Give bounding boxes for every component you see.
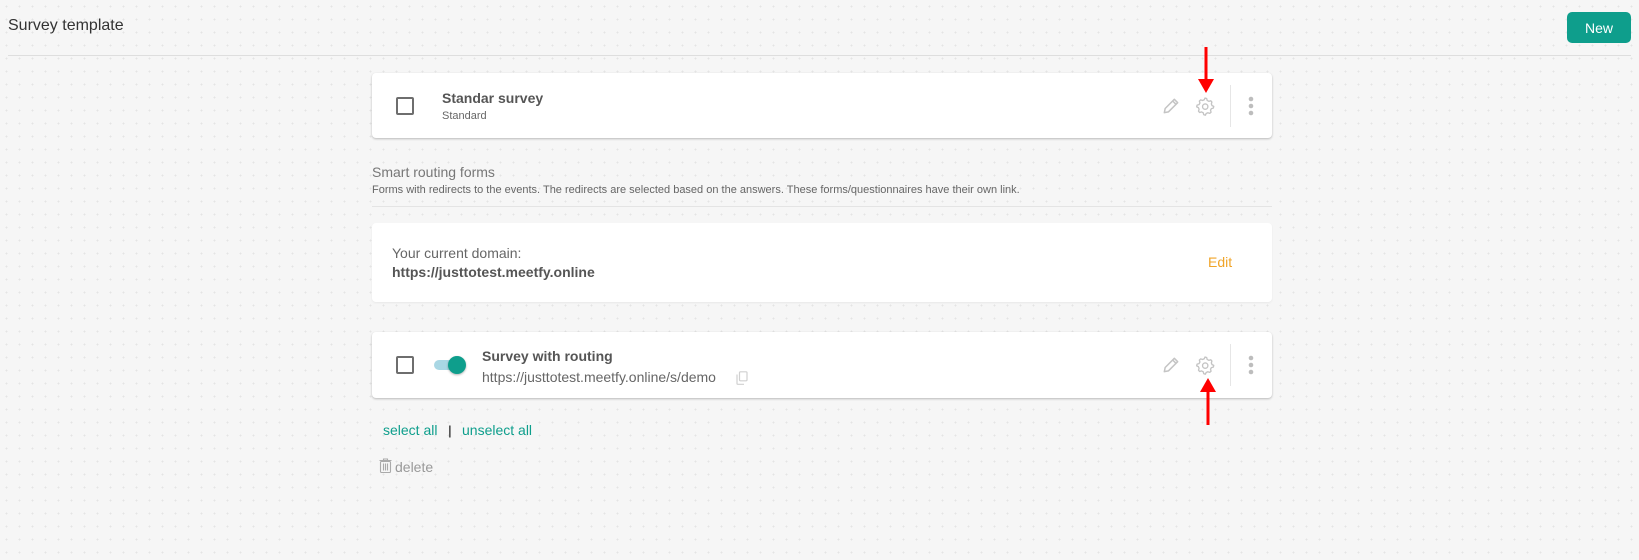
unselect-all-link[interactable]: unselect all <box>462 422 532 438</box>
standard-survey-title: Standar survey <box>442 90 544 106</box>
delete-button[interactable]: delete <box>379 458 433 476</box>
page-title: Survey template <box>8 17 124 34</box>
annotation-arrow-down <box>1198 47 1214 93</box>
routing-survey-checkbox[interactable] <box>396 356 414 374</box>
actions-divider <box>1230 85 1231 127</box>
routing-survey-card: Survey with routing https://justtotest.m… <box>372 332 1272 398</box>
domain-card: Your current domain: https://justtotest.… <box>372 223 1272 302</box>
routing-survey-toggle[interactable] <box>432 356 466 374</box>
gear-icon[interactable] <box>1194 354 1216 376</box>
more-options-icon[interactable] <box>1244 93 1258 119</box>
delete-label: delete <box>395 459 434 475</box>
toggle-knob <box>448 356 466 374</box>
bulk-separator: | <box>448 423 452 438</box>
pencil-icon[interactable] <box>1160 95 1182 117</box>
standard-survey-checkbox[interactable] <box>396 97 414 115</box>
edit-domain-link[interactable]: Edit <box>1208 254 1232 270</box>
smart-routing-description: Forms with redirects to the events. The … <box>372 184 1020 196</box>
annotation-arrow-up <box>1200 378 1216 425</box>
routing-survey-url: https://justtotest.meetfy.online/s/demo <box>482 369 716 385</box>
gear-icon[interactable] <box>1194 95 1216 117</box>
section-divider <box>372 206 1272 207</box>
domain-value: https://justtotest.meetfy.online <box>392 264 595 280</box>
more-options-icon[interactable] <box>1244 352 1258 378</box>
standard-survey-type: Standard <box>442 110 487 122</box>
actions-divider <box>1230 344 1231 386</box>
page-header: Survey template New <box>8 0 1631 56</box>
pencil-icon[interactable] <box>1160 354 1182 376</box>
routing-survey-title: Survey with routing <box>482 348 613 364</box>
select-all-link[interactable]: select all <box>383 422 437 438</box>
smart-routing-title: Smart routing forms <box>372 164 495 180</box>
domain-label: Your current domain: <box>392 245 522 261</box>
trash-icon <box>379 458 392 476</box>
standard-survey-card: Standar survey Standard <box>372 73 1272 138</box>
new-button[interactable]: New <box>1567 12 1631 43</box>
copy-icon[interactable] <box>735 370 749 386</box>
